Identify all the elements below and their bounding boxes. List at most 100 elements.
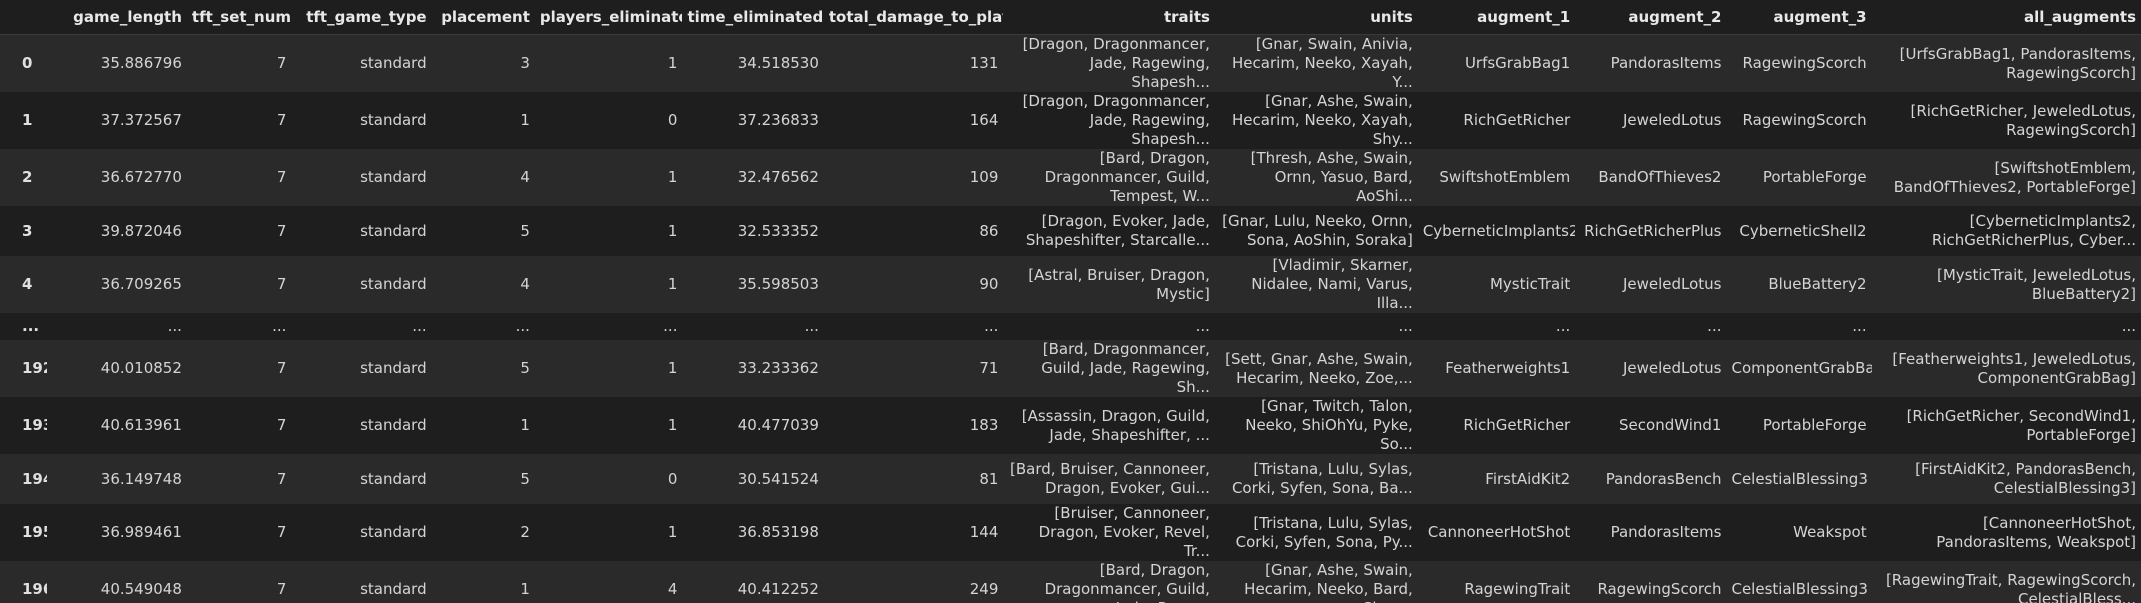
- cell-players-eliminated: 4: [667, 580, 678, 598]
- cell-augment-2: PandorasItems: [1610, 54, 1722, 72]
- cell-tft-set-number: 7: [276, 580, 287, 598]
- cell-players-eliminated: 1: [667, 168, 678, 186]
- cell-placement: ...: [515, 317, 530, 335]
- cell-time-eliminated: 36.853198: [737, 523, 819, 541]
- cell-traits: [Dragon, Dragonmancer, Jade, Ragewing, S…: [1022, 35, 1210, 91]
- cell-all-augments: [CyberneticImplants2, RichGetRicherPlus,…: [1931, 212, 2136, 249]
- cell-units: [Sett, Gnar, Ashe, Swain, Hecarim, Neeko…: [1225, 349, 1413, 387]
- cell-augment-3: PortableForge: [1762, 416, 1867, 434]
- cell-time-eliminated: 40.412252: [737, 580, 819, 598]
- column-header-tft-game-type: tft_game_type: [291, 0, 432, 35]
- cell-game-length: 36.149748: [100, 469, 182, 488]
- cell-placement: 1: [520, 111, 530, 129]
- cell-tft-game-type: ...: [412, 317, 427, 335]
- cell-all-augments: [UrfsGrabBag1, PandorasItems, RagewingSc…: [1899, 44, 2136, 82]
- cell-units: [Thresh, Ashe, Swain, Ornn, Yasuo, Bard,…: [1250, 149, 1413, 205]
- cell-augment-1: CyberneticImplants2: [1422, 221, 1576, 240]
- cell-placement: 1: [520, 416, 530, 434]
- cell-tft-set-number: 7: [276, 416, 287, 434]
- cell-tft-set-number: 7: [276, 359, 287, 377]
- cell-traits: [Dragon, Evoker, Jade, Shapeshifter, Sta…: [1025, 212, 1210, 249]
- row-index: 1: [22, 111, 33, 129]
- cell-total-damage-to-players: 249: [969, 580, 999, 598]
- cell-time-eliminated: 33.233362: [737, 359, 819, 377]
- index-header: [0, 0, 47, 35]
- table-row: 1 37.372567 7 standard 1 0 37.236833 164 [Dragon…: [0, 92, 2141, 149]
- cell-tft-game-type: standard: [360, 54, 427, 72]
- cell-tft-game-type: standard: [360, 168, 427, 186]
- column-header-augment-3: augment_3: [1726, 0, 1872, 35]
- cell-tft-set-number: 7: [276, 221, 287, 240]
- column-header-augment-2: augment_2: [1575, 0, 1727, 35]
- cell-units: [Tristana, Lulu, Sylas, Corki, Syfen, So…: [1235, 513, 1413, 551]
- cell-augment-2: SecondWind1: [1619, 416, 1722, 434]
- table-row: 0 35.886796 7 standard 3 1 34.518530 131 [Dragon…: [0, 34, 2141, 92]
- cell-total-damage-to-players: 90: [979, 275, 999, 293]
- cell-game-length: 36.989461: [100, 523, 182, 541]
- cell-time-eliminated: 37.236833: [737, 111, 819, 129]
- cell-tft-set-number: 7: [276, 111, 287, 129]
- cell-traits: [Bard, Dragon, Dragonmancer, Guild, Temp…: [1044, 149, 1210, 205]
- cell-total-damage-to-players: 86: [979, 221, 999, 240]
- cell-players-eliminated: 1: [667, 523, 678, 541]
- cell-time-eliminated: 32.476562: [737, 168, 819, 186]
- cell-traits: [Bard, Dragon, Dragonmancer, Guild, Jade…: [1044, 561, 1210, 603]
- cell-players-eliminated: 1: [667, 416, 678, 434]
- cell-augment-1: UrfsGrabBag1: [1464, 54, 1571, 72]
- cell-all-augments: [RichGetRicher, SecondWind1, PortableFor…: [1906, 406, 2136, 444]
- cell-augment-3: CelestialBlessing3: [1731, 469, 1868, 488]
- cell-augment-3: RagewingScorch: [1742, 111, 1867, 129]
- row-index: 192: [22, 359, 47, 377]
- cell-augment-3: ...: [1852, 317, 1867, 335]
- cell-tft-set-number: 7: [276, 54, 287, 72]
- cell-units: ...: [1398, 317, 1413, 335]
- cell-traits: [Assassin, Dragon, Guild, Jade, Shapeshi…: [1021, 406, 1210, 444]
- cell-augment-1: ...: [1555, 317, 1571, 335]
- cell-augment-2: PandorasBench: [1605, 469, 1722, 488]
- cell-game-length: 39.872046: [100, 221, 182, 240]
- ellipsis-row: ........................................…: [0, 313, 2141, 340]
- cell-augment-2: ...: [1707, 317, 1722, 335]
- cell-traits: [Bard, Bruiser, Cannoneer, Dragon, Evoke…: [1009, 460, 1210, 497]
- table-body: 0 35.886796 7 standard 3 1 34.518530 131 [Dragon…: [0, 34, 2141, 603]
- cell-tft-set-number: 7: [276, 469, 287, 488]
- column-header-game-length: game_length: [46, 0, 187, 35]
- cell-players-eliminated: 1: [667, 275, 678, 293]
- cell-units: [Vladimir, Skarner, Nidalee, Nami, Varus…: [1251, 256, 1413, 312]
- table-header: game_lengthtft_set_numbertft_game_typepl…: [0, 0, 2141, 35]
- cell-time-eliminated: 40.477039: [737, 416, 819, 434]
- cell-all-augments: [RagewingTrait, RagewingScorch, Celestia…: [1885, 570, 2136, 603]
- cell-game-length: 35.886796: [100, 54, 182, 72]
- cell-tft-game-type: standard: [360, 359, 427, 377]
- cell-game-length: 40.549048: [100, 580, 182, 598]
- cell-players-eliminated: 0: [667, 469, 678, 488]
- cell-players-eliminated: 1: [667, 359, 678, 377]
- cell-augment-2: BandOfThieves2: [1598, 168, 1722, 186]
- cell-augment-1: SwiftshotEmblem: [1439, 168, 1571, 186]
- cell-game-length: 40.613961: [100, 416, 182, 434]
- cell-all-augments: [RichGetRicher, JeweledLotus, RagewingSc…: [1910, 101, 2136, 139]
- cell-units: [Gnar, Swain, Anivia, Hecarim, Neeko, Xa…: [1232, 35, 1413, 91]
- cell-placement: 4: [520, 275, 530, 293]
- cell-game-length: 36.672770: [100, 168, 182, 186]
- cell-augment-2: JeweledLotus: [1622, 359, 1722, 377]
- cell-total-damage-to-players: ...: [984, 317, 999, 335]
- table-row: 4 36.709265 7 standard 4 1 35.598503 90 [Astral,…: [0, 256, 2141, 313]
- cell-tft-game-type: standard: [360, 469, 427, 488]
- column-header-augment-1: augment_1: [1417, 0, 1576, 35]
- table-row: 3 39.872046 7 standard 5 1 32.533352 86 [Dragon,…: [0, 206, 2141, 256]
- cell-tft-game-type: standard: [360, 580, 427, 598]
- cell-augment-2: RagewingScorch: [1597, 580, 1722, 598]
- row-index: 194: [22, 469, 47, 488]
- row-index: 4: [22, 275, 33, 293]
- cell-augment-2: PandorasItems: [1610, 523, 1722, 541]
- cell-total-damage-to-players: 183: [969, 416, 999, 434]
- table-row: 196 40.549048 7 standard 1 4 40.412252 249 [Bard…: [0, 561, 2141, 603]
- row-index: 193: [22, 416, 47, 434]
- header-row: game_lengthtft_set_numbertft_game_typepl…: [0, 0, 2141, 35]
- cell-traits: [Bruiser, Cannoneer, Dragon, Evoker, Rev…: [1038, 504, 1210, 560]
- cell-units: [Gnar, Lulu, Neeko, Ornn, Sona, AoShin, …: [1222, 212, 1413, 249]
- cell-all-augments: [Featherweights1, JeweledLotus, Componen…: [1892, 349, 2136, 387]
- cell-tft-game-type: standard: [360, 523, 427, 541]
- column-header-all-augments: all_augments: [1871, 0, 2141, 35]
